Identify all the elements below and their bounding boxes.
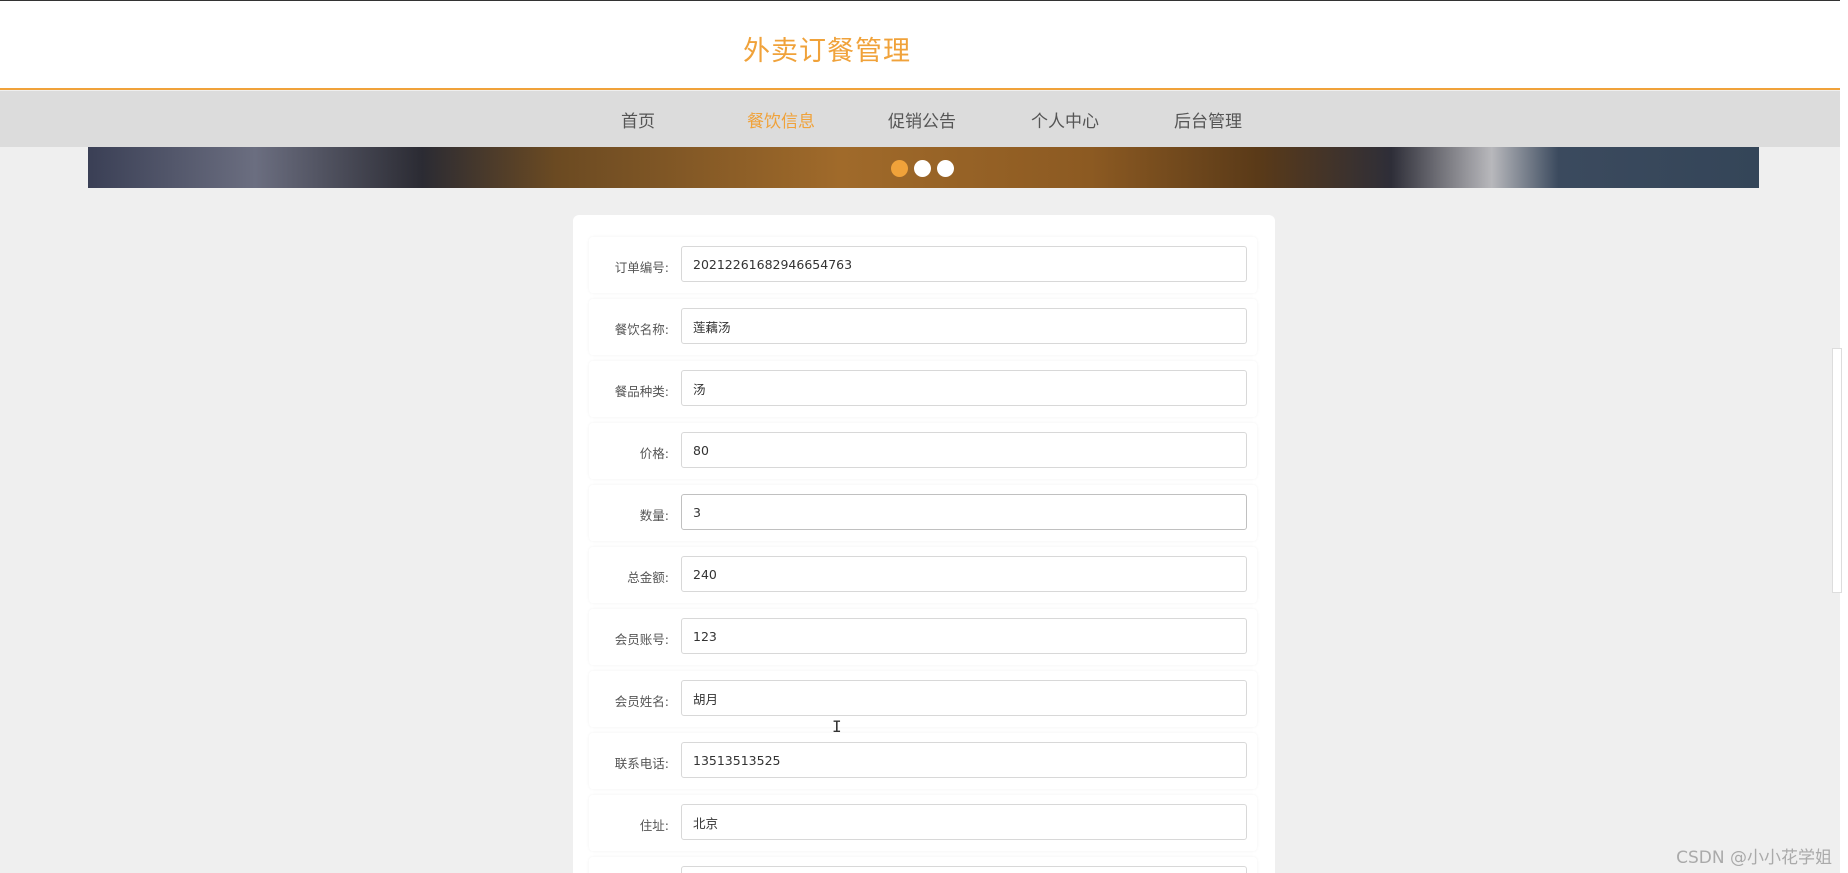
field-row-total: 总金额: — [589, 547, 1257, 603]
food-name-label: 餐饮名称: — [614, 322, 669, 337]
order-no-input[interactable] — [681, 246, 1247, 282]
quantity-input[interactable] — [681, 494, 1247, 530]
site-header: 外卖订餐管理 — [0, 1, 1840, 90]
site-title: 外卖订餐管理 — [743, 36, 911, 67]
total-input[interactable] — [681, 556, 1247, 592]
phone-label: 联系电话: — [614, 756, 669, 771]
nav-promotions[interactable]: 促销公告 — [867, 107, 977, 132]
food-name-input[interactable] — [681, 308, 1247, 344]
total-label: 总金额: — [627, 570, 669, 585]
phone-input[interactable] — [681, 742, 1247, 778]
address-label: 住址: — [639, 818, 669, 833]
field-row-address: 住址: — [589, 795, 1257, 851]
nav-admin[interactable]: 后台管理 — [1153, 107, 1263, 132]
field-row-price: 价格: — [589, 423, 1257, 479]
address-input[interactable] — [681, 804, 1247, 840]
watermark: CSDN @小小花学姐 — [1676, 848, 1832, 868]
nav-home[interactable]: 首页 — [583, 107, 693, 132]
member-name-input[interactable] — [681, 680, 1247, 716]
carousel-dot-1[interactable] — [891, 160, 908, 177]
side-scroll-handle[interactable] — [1832, 348, 1842, 593]
field-row-phone: 联系电话: — [589, 733, 1257, 789]
carousel-indicators — [891, 160, 954, 177]
field-row-quantity: 数量: — [589, 485, 1257, 541]
nav-food-info[interactable]: 餐饮信息 — [726, 107, 836, 132]
quantity-label: 数量: — [639, 508, 669, 523]
category-label: 餐品种类: — [614, 384, 669, 399]
next-field-input[interactable] — [681, 866, 1247, 873]
banner-carousel — [88, 147, 1759, 188]
field-row-next — [589, 857, 1257, 873]
member-name-label: 会员姓名: — [614, 694, 669, 709]
member-account-label: 会员账号: — [614, 632, 669, 647]
field-row-member-name: 会员姓名: — [589, 671, 1257, 727]
field-row-member-account: 会员账号: — [589, 609, 1257, 665]
field-row-category: 餐品种类: — [589, 361, 1257, 417]
text-cursor-icon: I — [832, 717, 842, 736]
field-row-food-name: 餐饮名称: — [589, 299, 1257, 355]
price-input[interactable] — [681, 432, 1247, 468]
carousel-dot-3[interactable] — [937, 160, 954, 177]
carousel-dot-2[interactable] — [914, 160, 931, 177]
category-input[interactable] — [681, 370, 1247, 406]
price-label: 价格: — [639, 446, 669, 461]
field-row-order-no: 订单编号: — [589, 237, 1257, 293]
order-detail-form: 订单编号: 餐饮名称: 餐品种类: 价格: 数量: 总金额: 会员账号: 会员姓… — [573, 215, 1275, 873]
main-nav: 首页 餐饮信息 促销公告 个人中心 后台管理 — [0, 91, 1840, 147]
nav-personal-center[interactable]: 个人中心 — [1010, 107, 1120, 132]
member-account-input[interactable] — [681, 618, 1247, 654]
order-no-label: 订单编号: — [614, 260, 669, 275]
